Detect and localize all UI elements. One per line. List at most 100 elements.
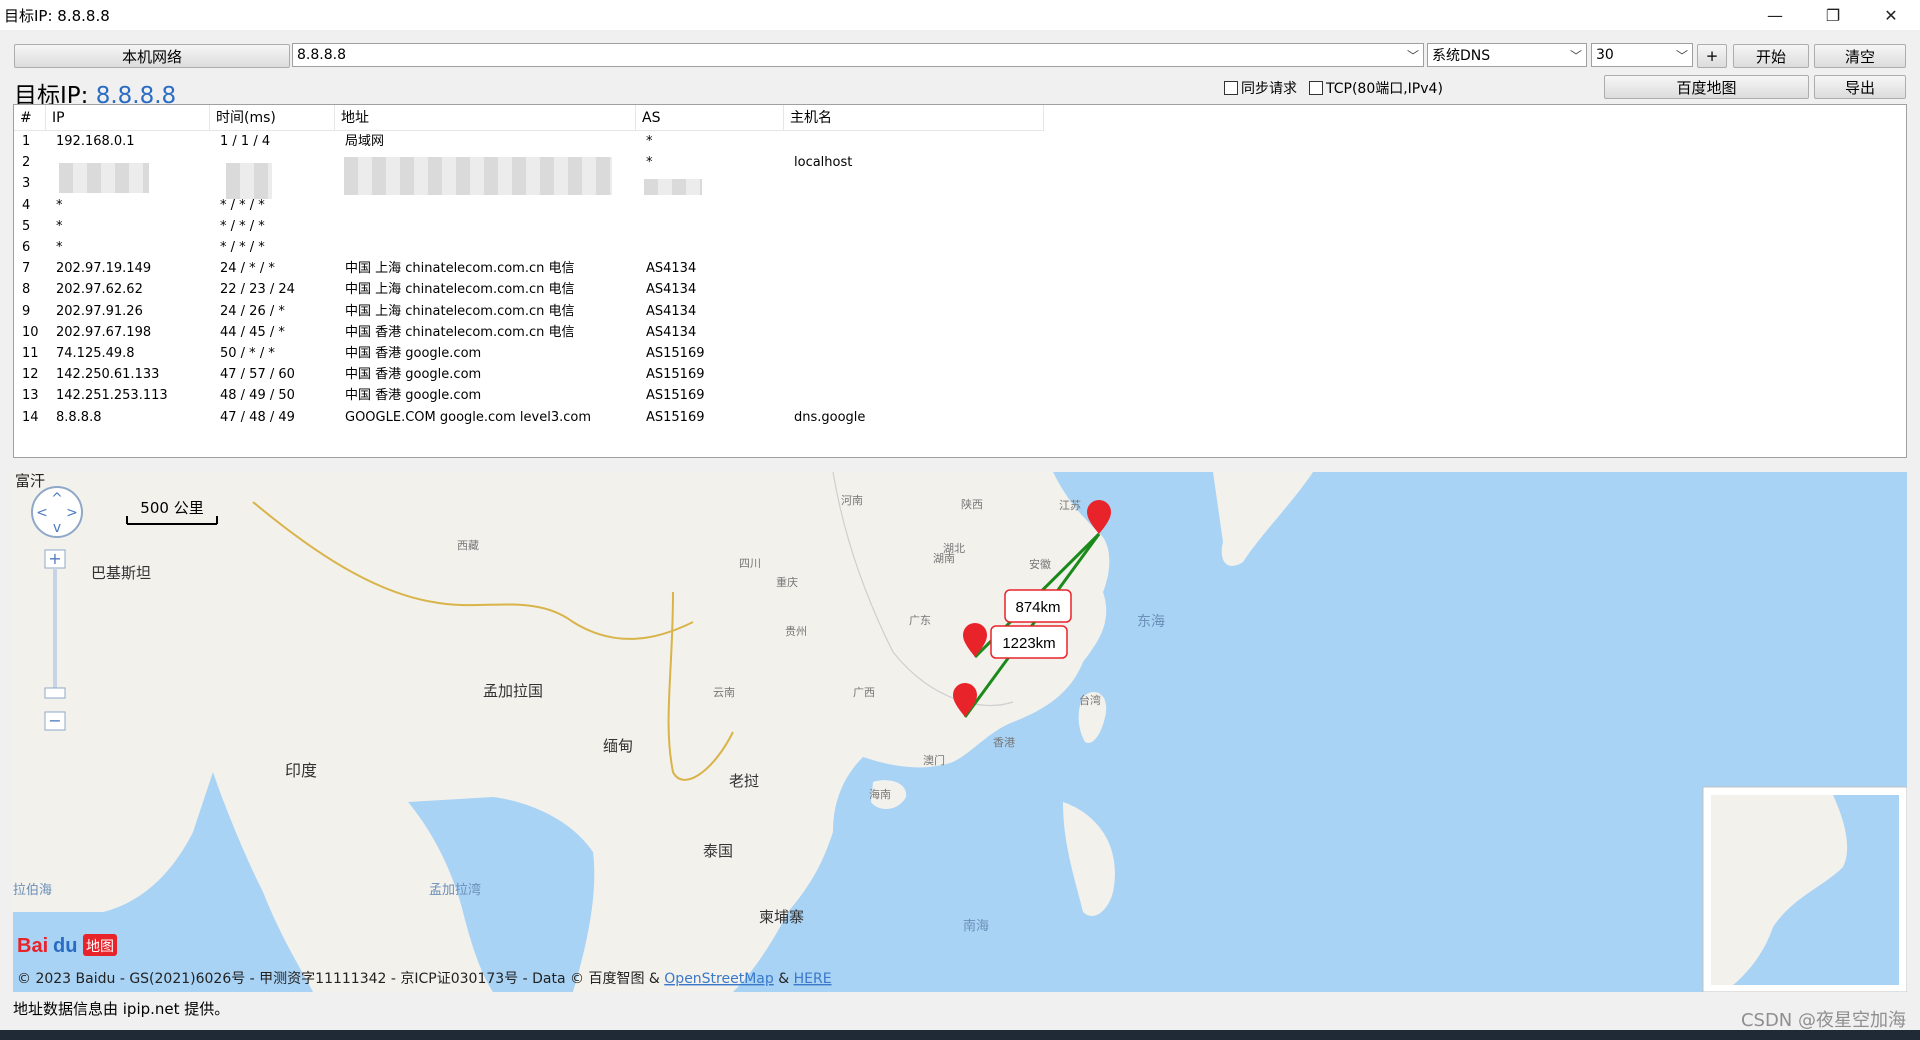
map-place-label: 陕西 xyxy=(961,497,983,511)
cell-address xyxy=(335,216,345,237)
dns-select-value: 系统DNS xyxy=(1432,48,1491,64)
table-row[interactable]: 14 8.8.8.8 47 / 48 / 49 GOOGLE.COM google.c… xyxy=(14,407,1044,428)
map-place-label: 安徽 xyxy=(1029,557,1051,571)
pan-right-icon[interactable]: > xyxy=(66,505,78,521)
target-ip-input[interactable]: 8.8.8.8 ﹀ xyxy=(292,43,1424,67)
redacted-address xyxy=(344,157,612,195)
redacted-time xyxy=(226,163,272,199)
zoom-slider-track[interactable] xyxy=(53,568,57,698)
redacted-ip xyxy=(59,163,149,193)
cell-ip: 202.97.67.198 xyxy=(56,324,152,340)
baidu-map-button[interactable]: 百度地图 xyxy=(1604,75,1809,99)
table-row[interactable]: 9 202.97.91.26 24 / 26 / * 中国 上海 chinatelec… xyxy=(14,301,1044,322)
baidu-map[interactable]: 874km 1223km 富汗 巴基斯坦 印度 孟加拉国 缅甸 老挝 泰国 柬埔寨 西藏 四川 重庆… xyxy=(13,472,1907,992)
table-row[interactable]: 8 202.97.62.62 22 / 23 / 24 中国 上海 chinatele… xyxy=(14,279,1044,300)
map-place-label: 香港 xyxy=(993,736,1015,749)
restore-button[interactable]: ❐ xyxy=(1804,0,1862,30)
start-button[interactable]: 开始 xyxy=(1733,44,1809,68)
export-button[interactable]: 导出 xyxy=(1814,75,1906,99)
cell-address: 中国 上海 chinatelecom.com.cn 电信 xyxy=(345,303,575,319)
cell-time: 44 / 45 / * xyxy=(220,324,285,340)
cell-as xyxy=(636,195,646,216)
table-row[interactable]: 11 74.125.49.8 50 / * / * 中国 香港 google.com A… xyxy=(14,343,1044,364)
pan-up-icon[interactable]: ^ xyxy=(51,491,63,507)
zoom-out-icon[interactable]: − xyxy=(48,711,61,730)
copyright-text: © 2023 Baidu - GS(2021)6026号 - 甲测资字11111… xyxy=(17,971,832,987)
chevron-down-icon[interactable]: ﹀ xyxy=(1407,47,1419,64)
table-row[interactable]: 1 192.168.0.1 1 / 1 / 4 局域网 * xyxy=(14,131,1044,152)
cell-hostname xyxy=(784,364,794,385)
sync-request-checkbox[interactable]: 同步请求 xyxy=(1224,78,1297,98)
cell-as: AS4134 xyxy=(646,303,697,319)
pan-down-icon[interactable]: v xyxy=(53,520,61,536)
table-row[interactable]: 5 * * / * / * xyxy=(14,216,1044,237)
table-row[interactable]: 7 202.97.19.149 24 / * / * 中国 上海 chinatelec… xyxy=(14,258,1044,279)
column-header-hostname[interactable]: 主机名 xyxy=(784,105,1044,131)
add-button[interactable]: + xyxy=(1697,44,1727,68)
here-link[interactable]: HERE xyxy=(794,971,832,987)
zoom-slider-handle[interactable] xyxy=(44,687,66,699)
checkbox-icon[interactable] xyxy=(1309,81,1323,95)
cell-address: GOOGLE.COM google.com level3.com xyxy=(345,409,591,425)
cell-time xyxy=(210,173,220,194)
traceroute-table[interactable]: # IP 时间(ms) 地址 AS 主机名 1 192.168.0.1 1 / 1 … xyxy=(13,104,1907,458)
pan-left-icon[interactable]: < xyxy=(36,505,48,521)
cell-ip: 142.251.253.113 xyxy=(56,388,168,404)
cell-ip: 192.168.0.1 xyxy=(56,134,135,149)
table-row[interactable]: 10 202.97.67.198 44 / 45 / * 中国 香港 chinatel… xyxy=(14,322,1044,343)
clear-button[interactable]: 清空 xyxy=(1814,44,1906,68)
map-place-label: 海南 xyxy=(869,787,891,801)
cell-time: 24 / 26 / * xyxy=(220,303,285,319)
cell-hostname: localhost xyxy=(794,155,853,171)
pan-control[interactable]: ^ v < > xyxy=(31,486,83,538)
cell-ip: 142.250.61.133 xyxy=(56,367,160,383)
cell-as xyxy=(636,216,646,237)
cell-address xyxy=(335,195,345,216)
column-header-time[interactable]: 时间(ms) xyxy=(210,105,335,131)
map-canvas[interactable]: 874km 1223km 富汗巴基斯坦印度 孟加拉国缅甸老挝泰国柬埔寨 西藏四川重庆… xyxy=(13,472,1907,992)
taskbar xyxy=(0,1030,1920,1040)
count-select[interactable]: 30 ﹀ xyxy=(1591,43,1693,67)
copyright-prefix: © 2023 Baidu - GS(2021)6026号 - 甲测资字11111… xyxy=(17,971,664,987)
cell-hostname xyxy=(784,195,794,216)
map-place-label: 拉伯海 xyxy=(13,883,52,898)
cell-time xyxy=(210,152,220,173)
cell-hostname xyxy=(784,385,794,406)
table-row[interactable]: 6 * * / * / * xyxy=(14,237,1044,258)
close-button[interactable]: ✕ xyxy=(1862,0,1920,30)
table-row[interactable]: 12 142.250.61.133 47 / 57 / 60 中国 香港 google… xyxy=(14,364,1044,385)
status-bar-text: 地址数据信息由 ipip.net 提供。 xyxy=(13,1000,230,1018)
table-row[interactable]: 4 * * / * / * xyxy=(14,195,1044,216)
cell-ip: 202.97.91.26 xyxy=(56,303,143,319)
window-controls: — ❐ ✕ xyxy=(1746,0,1920,30)
zoom-in-icon[interactable]: + xyxy=(48,549,61,568)
table-row[interactable]: 13 142.251.253.113 48 / 49 / 50 中国 香港 googl… xyxy=(14,385,1044,406)
dns-select[interactable]: 系统DNS ﹀ xyxy=(1427,43,1587,67)
column-header-address[interactable]: 地址 xyxy=(335,105,636,131)
local-network-button[interactable]: 本机网络 xyxy=(14,44,290,68)
cell-ip: 202.97.19.149 xyxy=(56,261,152,277)
map-place-label: 重庆 xyxy=(776,575,798,589)
map-place-label: 云南 xyxy=(713,686,735,699)
openstreetmap-link[interactable]: OpenStreetMap xyxy=(664,971,774,987)
cell-time: 47 / 57 / 60 xyxy=(220,367,295,383)
cell-ip: * xyxy=(56,218,63,234)
cell-index: 8 xyxy=(22,282,31,298)
column-header-as[interactable]: AS xyxy=(636,105,784,131)
baidu-logo[interactable]: Bai du 地图 xyxy=(17,934,117,957)
cell-address: 中国 香港 google.com xyxy=(345,388,482,404)
cell-index: 9 xyxy=(22,303,31,319)
cell-index: 2 xyxy=(22,155,31,171)
map-place-label: 广西 xyxy=(853,686,875,699)
column-header-index[interactable]: # xyxy=(14,105,46,131)
checkbox-icon[interactable] xyxy=(1224,81,1238,95)
cell-address: 中国 香港 chinatelecom.com.cn 电信 xyxy=(345,324,575,340)
column-header-ip[interactable]: IP xyxy=(46,105,210,131)
minimize-button[interactable]: — xyxy=(1746,0,1804,30)
cell-index: 1 xyxy=(22,134,31,149)
distance-label-1: 874km xyxy=(1004,589,1072,623)
tcp-checkbox[interactable]: TCP(80端口,IPv4) xyxy=(1309,78,1443,98)
overview-map[interactable] xyxy=(1702,786,1907,992)
cell-as: AS15169 xyxy=(646,367,705,383)
distance-text: 1223km xyxy=(1002,635,1055,652)
